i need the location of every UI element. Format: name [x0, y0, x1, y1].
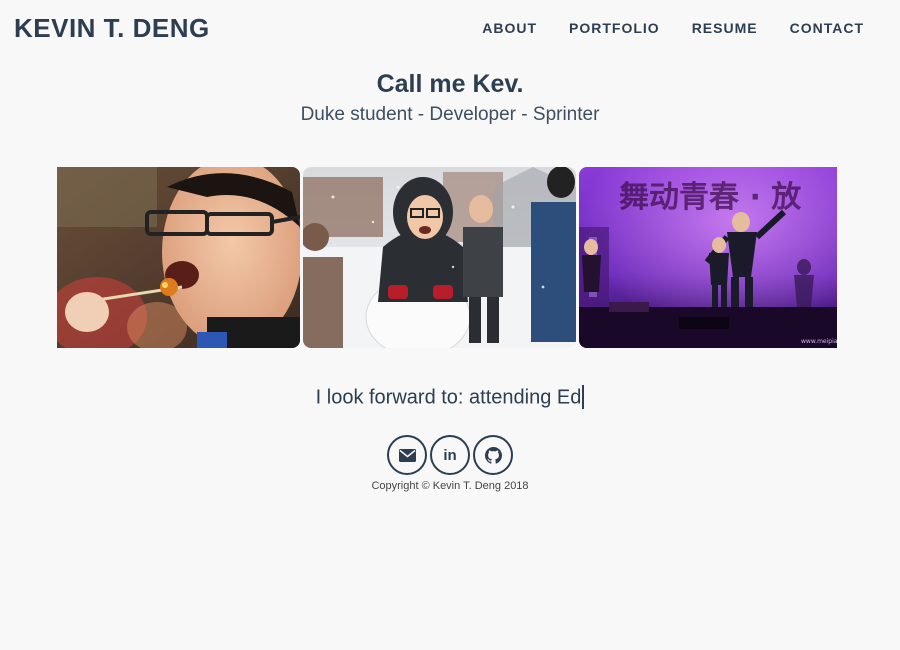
site-brand[interactable]: KEVIN T. DENG [14, 13, 210, 44]
nav-resume-link[interactable]: RESUME [692, 20, 758, 36]
nav-menu: ABOUT PORTFOLIO RESUME CONTACT [482, 20, 864, 36]
typing-cursor [582, 385, 585, 409]
stage-banner-text: 舞动青春 · 放 [619, 180, 802, 215]
social-links: in [0, 435, 900, 475]
email-button[interactable] [387, 435, 427, 475]
linkedin-button[interactable]: in [430, 435, 470, 475]
navbar: KEVIN T. DENG ABOUT PORTFOLIO RESUME CON… [0, 0, 900, 58]
nav-about-link[interactable]: ABOUT [482, 20, 537, 36]
copyright-text: Copyright © Kevin T. Deng 2018 [371, 480, 529, 492]
typing-text: I look forward to: attending Ed [315, 386, 582, 409]
nav-contact-link[interactable]: CONTACT [790, 20, 864, 36]
hero-headline: Call me Kev. [376, 70, 524, 98]
nav-portfolio-link[interactable]: PORTFOLIO [569, 20, 660, 36]
typing-line: I look forward to: attending Ed [0, 385, 900, 410]
hero-tagline: Duke student - Developer - Sprinter [300, 104, 600, 125]
photo-gallery: 舞动青春 · 放 www.meipia [57, 167, 837, 348]
linkedin-icon: in [443, 446, 457, 464]
envelope-icon [398, 448, 416, 462]
photo-eating [57, 167, 300, 348]
github-button[interactable] [473, 435, 513, 475]
github-icon [484, 446, 502, 464]
photo-snowman [303, 167, 576, 348]
svg-text:www.meipian.cn/c/182: www.meipian.cn/c/182 [801, 338, 837, 345]
photo-stage-dance: 舞动青春 · 放 www.meipia [579, 167, 837, 348]
